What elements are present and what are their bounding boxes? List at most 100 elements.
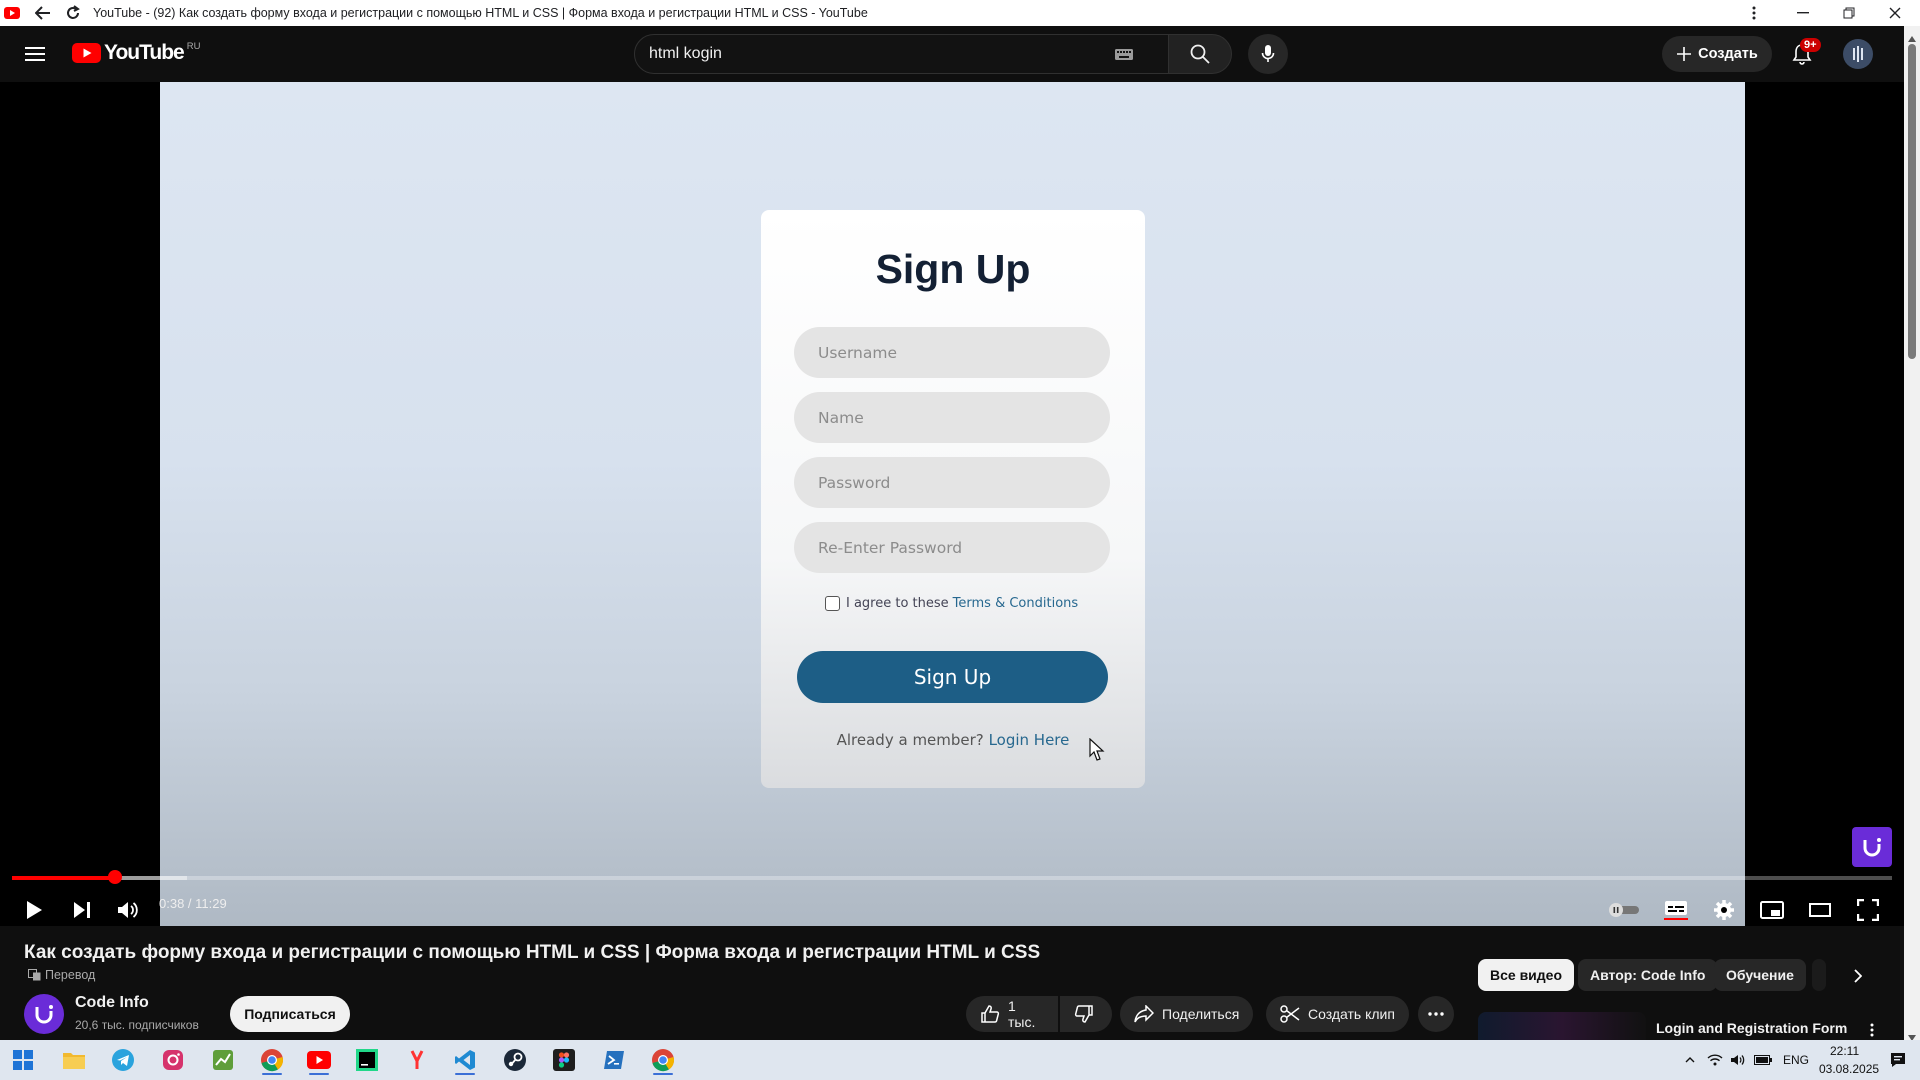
recommended-menu-icon[interactable] [1864,1020,1880,1040]
taskbar-steam[interactable] [498,1044,532,1076]
channel-name[interactable]: Code Info [75,994,149,1012]
search-input[interactable] [649,35,1089,73]
search-button[interactable] [1168,34,1232,74]
more-vertical-icon[interactable] [1744,3,1764,23]
channel-logo-icon [33,1004,55,1024]
taskbar-chrome-2[interactable] [646,1044,680,1076]
close-window-button[interactable] [1872,0,1918,26]
progress-track[interactable] [12,876,1892,880]
microphone-icon [1261,44,1275,64]
running-indicator [653,1073,673,1075]
video-title: Как создать форму входа и регистрации с … [24,942,1041,963]
password-field[interactable] [794,457,1110,508]
taskbar-youtube[interactable] [302,1044,336,1076]
youtube-favicon-icon [4,5,20,21]
signup-button[interactable]: Sign Up [797,651,1108,703]
clip-button[interactable]: Создать клип [1266,996,1409,1032]
translate-label: Перевод [45,968,96,982]
scissors-icon [1280,1004,1300,1024]
subtitles-icon [1664,900,1688,920]
chip-partial[interactable] [1812,959,1826,991]
clock-time[interactable]: 22:11 [1830,1044,1859,1058]
steam-icon [504,1049,526,1071]
notification-center-icon[interactable] [1889,1051,1907,1069]
taskbar-telegram[interactable] [106,1044,140,1076]
account-avatar[interactable] [1843,39,1873,69]
form-title: Sign Up [875,246,1031,292]
volume-icon [117,900,139,920]
reload-icon[interactable] [62,3,84,23]
recommended-title[interactable]: Login and Registration Form [1656,1020,1847,1036]
terms-link[interactable]: Terms & Conditions [953,596,1079,611]
dislike-button[interactable] [1060,996,1112,1032]
chevron-right-icon[interactable] [1846,964,1870,988]
member-prompt: Already a member? Login Here [761,731,1145,749]
youtube-app-icon [307,1051,331,1069]
miniplayer-button[interactable] [1752,890,1792,930]
share-button[interactable]: Поделиться [1120,996,1254,1032]
taskbar-yandex-browser[interactable] [400,1044,434,1076]
channel-watermark-icon[interactable] [1852,827,1892,867]
username-field[interactable] [794,327,1110,378]
taskbar-pycharm[interactable] [350,1044,384,1076]
wifi-icon[interactable] [1706,1052,1724,1068]
name-field[interactable] [794,392,1110,443]
keyboard-icon[interactable] [1113,45,1135,63]
theater-mode-button[interactable] [1800,890,1840,930]
page-scrollbar[interactable] [1904,26,1920,1041]
video-player[interactable]: Sign Up I agree to these Terms & Conditi… [0,82,1904,926]
language-indicator[interactable]: ENG [1783,1053,1809,1067]
voice-search-button[interactable] [1248,34,1288,74]
scrollbar-thumb[interactable] [1908,44,1916,359]
taskbar-instagram[interactable] [156,1044,190,1076]
taskbar-vscode[interactable] [448,1044,482,1076]
back-arrow-icon[interactable] [32,3,54,23]
clock-date[interactable]: 03.08.2025 [1819,1062,1879,1076]
tray-chevron-up-icon[interactable] [1683,1054,1697,1066]
fullscreen-button[interactable] [1848,890,1888,930]
login-link[interactable]: Login Here [989,731,1070,749]
terminal-icon [603,1050,625,1070]
taskbar-chrome-1[interactable] [255,1044,289,1076]
windows-logo-icon [13,1050,33,1070]
chip-author[interactable]: Автор: Code Info [1578,959,1718,991]
search-box [634,34,1169,74]
recommended-thumbnail[interactable] [1478,1012,1646,1040]
battery-icon[interactable] [1753,1052,1773,1068]
create-button[interactable]: Создать [1662,36,1772,72]
play-button[interactable] [14,890,54,930]
taskbar-figma[interactable] [547,1044,581,1076]
browser-title-bar: YouTube - (92) Как создать форму входа и… [0,0,1920,26]
subscribe-button[interactable]: Подписаться [230,996,350,1032]
more-actions-button[interactable] [1418,996,1454,1032]
terms-checkbox[interactable] [825,596,840,611]
restore-button[interactable] [1826,0,1872,26]
menu-hamburger-icon[interactable] [20,40,50,68]
search-icon [1190,44,1210,64]
youtube-logo-text: YouTube [104,41,185,64]
speaker-icon[interactable] [1729,1052,1747,1068]
autoplay-toggle[interactable] [1604,890,1644,930]
youtube-logo[interactable]: YouTube RU [72,41,200,65]
plus-icon [1676,46,1692,62]
translate-button[interactable]: Перевод [28,968,95,982]
terms-agreement: I agree to these Terms & Conditions [825,596,1078,611]
progress-scrubber[interactable] [108,870,123,884]
minimize-button[interactable] [1780,0,1826,26]
mute-button[interactable] [108,890,148,930]
browser-title: YouTube - (92) Как создать форму входа и… [93,6,868,20]
taskbar-explorer[interactable] [57,1044,91,1076]
windows-taskbar: ENG 22:11 03.08.2025 [0,1040,1920,1080]
taskbar-notes-app[interactable] [206,1044,240,1076]
like-button[interactable]: 1 тыс. [966,996,1058,1032]
channel-avatar[interactable] [24,994,64,1034]
next-button[interactable] [62,890,102,930]
running-indicator [455,1073,475,1075]
settings-button[interactable] [1704,890,1744,930]
start-button[interactable] [6,1044,40,1076]
chip-education[interactable]: Обучение [1714,959,1806,991]
chip-all-videos[interactable]: Все видео [1478,959,1575,991]
taskbar-powershell[interactable] [597,1044,631,1076]
subtitles-button[interactable] [1656,890,1696,930]
reenter-password-field[interactable] [794,522,1110,573]
